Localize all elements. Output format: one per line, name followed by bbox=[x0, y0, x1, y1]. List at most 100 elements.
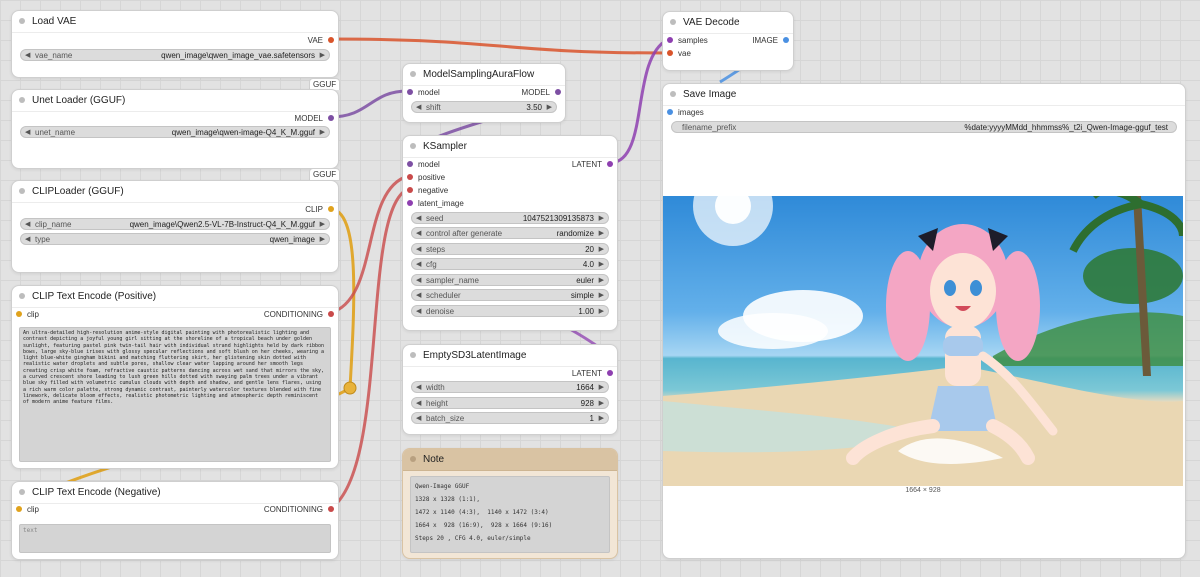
save-image-title[interactable]: Save Image bbox=[663, 84, 1185, 106]
collapse-dot-icon[interactable] bbox=[19, 489, 25, 495]
collapse-dot-icon[interactable] bbox=[410, 456, 416, 462]
model-input[interactable]: model bbox=[407, 159, 440, 171]
steps-input[interactable]: ◀ steps 20 ▶ bbox=[411, 243, 609, 255]
collapse-dot-icon[interactable] bbox=[410, 143, 416, 149]
latent-output-socket-icon[interactable] bbox=[607, 369, 613, 376]
scheduler-combo[interactable]: ◀ scheduler simple ▶ bbox=[411, 289, 609, 301]
images-input-socket-icon[interactable] bbox=[667, 108, 673, 115]
generated-image-preview[interactable] bbox=[663, 196, 1183, 486]
clip-text-encode-positive-node[interactable]: CLIP Text Encode (Positive) clip CONDITI… bbox=[11, 285, 339, 469]
vae-output[interactable]: VAE bbox=[308, 35, 334, 47]
arrow-left-icon[interactable]: ◀ bbox=[416, 413, 421, 425]
sampler-name-combo[interactable]: ◀ sampler_name euler ▶ bbox=[411, 274, 609, 286]
arrow-left-icon[interactable]: ◀ bbox=[25, 234, 30, 246]
arrow-left-icon[interactable]: ◀ bbox=[416, 306, 421, 318]
latent-output[interactable]: LATENT bbox=[572, 159, 613, 171]
latent-input-socket-icon[interactable] bbox=[407, 199, 413, 206]
clip-loader-node[interactable]: CLIPLoader (GGUF) CLIP ◀ clip_name qwen_… bbox=[11, 180, 339, 273]
positive-prompt-textarea[interactable]: An ultra-detailed high-resolution anime-… bbox=[19, 327, 331, 462]
model-input[interactable]: model bbox=[407, 87, 440, 99]
negative-prompt-textarea[interactable]: text bbox=[19, 524, 331, 553]
clip-input-socket-icon[interactable] bbox=[16, 505, 22, 512]
clip-output[interactable]: CLIP bbox=[305, 204, 334, 216]
arrow-right-icon[interactable]: ▶ bbox=[599, 213, 604, 225]
arrow-left-icon[interactable]: ◀ bbox=[416, 244, 421, 256]
model-input-socket-icon[interactable] bbox=[407, 88, 413, 95]
unet-loader-title[interactable]: Unet Loader (GGUF) bbox=[12, 90, 338, 112]
conditioning-output[interactable]: CONDITIONING bbox=[264, 504, 334, 516]
collapse-dot-icon[interactable] bbox=[670, 91, 676, 97]
clip-input[interactable]: clip bbox=[16, 504, 39, 516]
conditioning-output[interactable]: CONDITIONING bbox=[264, 309, 334, 321]
arrow-right-icon[interactable]: ▶ bbox=[547, 102, 552, 114]
collapse-dot-icon[interactable] bbox=[670, 19, 676, 25]
vae-output-socket-icon[interactable] bbox=[328, 36, 334, 43]
positive-input-socket-icon[interactable] bbox=[407, 173, 413, 180]
clip-negative-title[interactable]: CLIP Text Encode (Negative) bbox=[12, 482, 338, 504]
vae-name-combo[interactable]: ◀ vae_name qwen_image\qwen_image_vae.saf… bbox=[20, 49, 330, 61]
unet-loader-node[interactable]: Unet Loader (GGUF) MODEL ◀ unet_name qwe… bbox=[11, 89, 339, 169]
seed-input[interactable]: ◀ seed 1047521309135873 ▶ bbox=[411, 212, 609, 224]
clip-output-socket-icon[interactable] bbox=[328, 205, 334, 212]
arrow-left-icon[interactable]: ◀ bbox=[416, 102, 421, 114]
arrow-right-icon[interactable]: ▶ bbox=[599, 275, 604, 287]
collapse-dot-icon[interactable] bbox=[410, 352, 416, 358]
clip-name-combo[interactable]: ◀ clip_name qwen_image\Qwen2.5-VL-7B-Ins… bbox=[20, 218, 330, 230]
clip-input-socket-icon[interactable] bbox=[16, 310, 22, 317]
model-sampling-title[interactable]: ModelSamplingAuraFlow bbox=[403, 64, 565, 86]
arrow-left-icon[interactable]: ◀ bbox=[416, 259, 421, 271]
vae-decode-node[interactable]: VAE Decode samples IMAGE vae bbox=[662, 11, 794, 71]
filename-prefix-input[interactable]: filename_prefix %date:yyyyMMdd_hhmmss%_t… bbox=[671, 121, 1177, 133]
arrow-left-icon[interactable]: ◀ bbox=[416, 213, 421, 225]
arrow-right-icon[interactable]: ▶ bbox=[599, 413, 604, 425]
arrow-right-icon[interactable]: ▶ bbox=[599, 382, 604, 394]
collapse-dot-icon[interactable] bbox=[19, 97, 25, 103]
clip-input[interactable]: clip bbox=[16, 309, 39, 321]
arrow-right-icon[interactable]: ▶ bbox=[599, 290, 604, 302]
arrow-right-icon[interactable]: ▶ bbox=[599, 244, 604, 256]
denoise-input[interactable]: ◀ denoise 1.00 ▶ bbox=[411, 305, 609, 317]
vae-input-socket-icon[interactable] bbox=[667, 49, 673, 56]
conditioning-output-socket-icon[interactable] bbox=[328, 310, 334, 317]
arrow-left-icon[interactable]: ◀ bbox=[416, 228, 421, 240]
model-sampling-auraflow-node[interactable]: ModelSamplingAuraFlow model MODEL ◀ shif… bbox=[402, 63, 566, 123]
vae-input[interactable]: vae bbox=[667, 48, 691, 60]
note-textarea[interactable]: Qwen-Image GGUF 1328 x 1328 (1:1), 1472 … bbox=[410, 476, 610, 553]
samples-input[interactable]: samples bbox=[667, 35, 708, 47]
latent-output-socket-icon[interactable] bbox=[607, 160, 613, 167]
clip-text-encode-negative-node[interactable]: CLIP Text Encode (Negative) clip CONDITI… bbox=[11, 481, 339, 560]
height-input[interactable]: ◀ height 928 ▶ bbox=[411, 397, 609, 409]
shift-number-input[interactable]: ◀ shift 3.50 ▶ bbox=[411, 101, 557, 113]
empty-latent-title[interactable]: EmptySD3LatentImage bbox=[403, 345, 617, 367]
arrow-left-icon[interactable]: ◀ bbox=[416, 275, 421, 287]
model-output[interactable]: MODEL bbox=[295, 113, 334, 125]
ksampler-title[interactable]: KSampler bbox=[403, 136, 617, 158]
batch-size-input[interactable]: ◀ batch_size 1 ▶ bbox=[411, 412, 609, 424]
arrow-right-icon[interactable]: ▶ bbox=[599, 398, 604, 410]
arrow-left-icon[interactable]: ◀ bbox=[416, 398, 421, 410]
note-title[interactable]: Note bbox=[403, 449, 617, 471]
arrow-left-icon[interactable]: ◀ bbox=[25, 50, 30, 62]
control-after-generate-combo[interactable]: ◀ control after generate randomize ▶ bbox=[411, 227, 609, 239]
arrow-left-icon[interactable]: ◀ bbox=[416, 382, 421, 394]
conditioning-output-socket-icon[interactable] bbox=[328, 505, 334, 512]
clip-loader-title[interactable]: CLIPLoader (GGUF) bbox=[12, 181, 338, 203]
negative-input-socket-icon[interactable] bbox=[407, 186, 413, 193]
clip-type-combo[interactable]: ◀ type qwen_image ▶ bbox=[20, 233, 330, 245]
cfg-input[interactable]: ◀ cfg 4.0 ▶ bbox=[411, 258, 609, 270]
clip-positive-title[interactable]: CLIP Text Encode (Positive) bbox=[12, 286, 338, 308]
model-output[interactable]: MODEL bbox=[522, 87, 561, 99]
load-vae-title[interactable]: Load VAE bbox=[12, 11, 338, 33]
arrow-right-icon[interactable]: ▶ bbox=[320, 219, 325, 231]
arrow-right-icon[interactable]: ▶ bbox=[599, 228, 604, 240]
model-output-socket-icon[interactable] bbox=[555, 88, 561, 95]
image-output[interactable]: IMAGE bbox=[752, 35, 789, 47]
ksampler-node[interactable]: KSampler model LATENT positive negative … bbox=[402, 135, 618, 331]
latent-output[interactable]: LATENT bbox=[572, 368, 613, 380]
collapse-dot-icon[interactable] bbox=[19, 293, 25, 299]
width-input[interactable]: ◀ width 1664 ▶ bbox=[411, 381, 609, 393]
note-node[interactable]: Note Qwen-Image GGUF 1328 x 1328 (1:1), … bbox=[402, 448, 618, 559]
arrow-left-icon[interactable]: ◀ bbox=[416, 290, 421, 302]
arrow-right-icon[interactable]: ▶ bbox=[320, 234, 325, 246]
unet-name-combo[interactable]: ◀ unet_name qwen_image\qwen-image-Q4_K_M… bbox=[20, 126, 330, 138]
